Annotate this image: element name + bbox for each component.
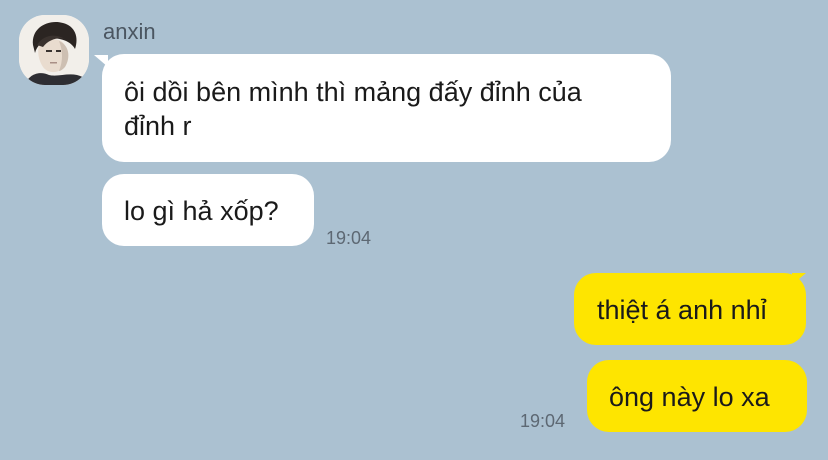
outgoing-message[interactable]: thiệt á anh nhỉ: [574, 273, 806, 345]
message-timestamp: 19:04: [326, 228, 372, 248]
message-text: lo gì hả xốp?: [124, 196, 279, 226]
sender-name: anxin: [103, 19, 156, 44]
message-timestamp: 19:04: [520, 411, 566, 431]
outgoing-message[interactable]: ông này lo xa: [587, 360, 807, 432]
message-text-line: ôi dồi bên mình thì mảng đấy đỉnh của: [124, 77, 582, 107]
avatar[interactable]: [19, 15, 89, 85]
message-text: ông này lo xa: [609, 382, 770, 412]
incoming-message[interactable]: lo gì hả xốp?: [102, 174, 314, 246]
profile-photo-icon: [19, 15, 89, 85]
message-text: thiệt á anh nhỉ: [597, 295, 767, 325]
incoming-message[interactable]: ôi dồi bên mình thì mảng đấy đỉnh của đỉ…: [102, 54, 671, 162]
message-text-line: đỉnh r: [124, 111, 192, 141]
